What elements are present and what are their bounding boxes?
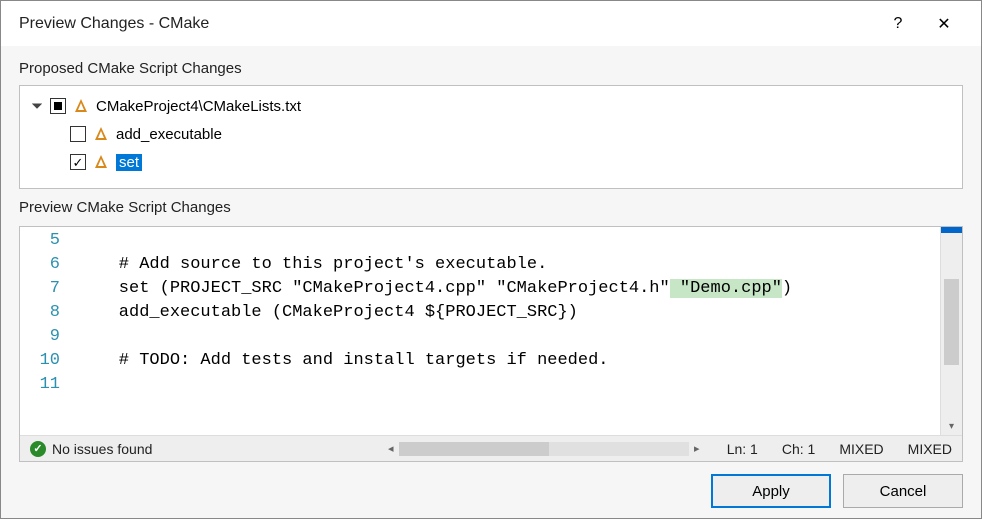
close-button[interactable]: ✕ (921, 9, 967, 39)
status-enc2: MIXED (908, 441, 952, 457)
code-editor[interactable]: 56 # Add source to this project's execut… (20, 227, 940, 435)
preview-label: Preview CMake Script Changes (19, 199, 963, 216)
hscroll-thumb[interactable] (399, 442, 549, 456)
code-line[interactable]: 8 add_executable (CMakeProject4 ${PROJEC… (20, 301, 940, 325)
help-button[interactable]: ? (875, 9, 921, 39)
tree-item-label[interactable]: add_executable (116, 126, 222, 143)
scroll-down-icon[interactable]: ▾ (941, 417, 962, 435)
code-line[interactable]: 5 (20, 229, 940, 253)
status-enc1: MIXED (839, 441, 883, 457)
changes-tree: CMakeProject4\CMakeLists.txt add_executa… (19, 85, 963, 189)
line-number: 6 (20, 253, 78, 277)
status-line: Ln: 1 (727, 441, 758, 457)
code-text: set (PROJECT_SRC "CMakeProject4.cpp" "CM… (78, 277, 792, 301)
horizontal-scrollbar[interactable]: ◂ ▸ (383, 441, 705, 457)
apply-button[interactable]: Apply (711, 474, 831, 508)
tree-root-row[interactable]: CMakeProject4\CMakeLists.txt (20, 92, 962, 120)
checkbox-unchecked[interactable] (70, 126, 86, 142)
vertical-scrollbar[interactable]: ▾ (940, 227, 962, 435)
code-line[interactable]: 6 # Add source to this project's executa… (20, 253, 940, 277)
scroll-thumb[interactable] (944, 279, 959, 365)
code-text: # TODO: Add tests and install targets if… (78, 349, 609, 373)
titlebar: Preview Changes - CMake ? ✕ (1, 1, 981, 46)
window-title: Preview Changes - CMake (19, 15, 875, 33)
code-text: add_executable (CMakeProject4 ${PROJECT_… (78, 301, 578, 325)
line-number: 9 (20, 325, 78, 349)
editor-statusbar: ✓ No issues found ◂ ▸ Ln: 1 Ch: 1 MIXED … (20, 435, 962, 461)
line-number: 10 (20, 349, 78, 373)
diff-added: "Demo.cpp" (670, 279, 782, 298)
tree-item-row[interactable]: add_executable (20, 120, 962, 148)
dialog-content: Proposed CMake Script Changes CMakeProje… (1, 46, 981, 518)
code-line[interactable]: 11 (20, 373, 940, 397)
line-number: 11 (20, 373, 78, 397)
cmake-icon (72, 97, 90, 115)
expander-icon[interactable] (30, 99, 44, 113)
hscroll-track[interactable] (399, 442, 689, 456)
code-line[interactable]: 10 # TODO: Add tests and install targets… (20, 349, 940, 373)
cancel-button[interactable]: Cancel (843, 474, 963, 508)
status-text: No issues found (52, 441, 152, 457)
proposed-label: Proposed CMake Script Changes (19, 60, 963, 77)
button-bar: Apply Cancel (19, 466, 963, 508)
cmake-icon (92, 153, 110, 171)
code-text: # Add source to this project's executabl… (78, 253, 547, 277)
cmake-icon (92, 125, 110, 143)
scroll-marker (941, 227, 962, 233)
code-line[interactable]: 7 set (PROJECT_SRC "CMakeProject4.cpp" "… (20, 277, 940, 301)
code-line[interactable]: 9 (20, 325, 940, 349)
line-number: 5 (20, 229, 78, 253)
tree-item-label-selected[interactable]: set (116, 154, 142, 171)
line-number: 8 (20, 301, 78, 325)
status-col: Ch: 1 (782, 441, 815, 457)
tree-item-row[interactable]: set (20, 148, 962, 176)
scroll-left-icon[interactable]: ◂ (383, 441, 399, 457)
line-number: 7 (20, 277, 78, 301)
tree-root-label[interactable]: CMakeProject4\CMakeLists.txt (96, 98, 301, 115)
checkbox-mixed[interactable] (50, 98, 66, 114)
checkbox-checked[interactable] (70, 154, 86, 170)
status-ok-icon: ✓ (30, 441, 46, 457)
scroll-right-icon[interactable]: ▸ (689, 441, 705, 457)
preview-editor: 56 # Add source to this project's execut… (19, 226, 963, 462)
